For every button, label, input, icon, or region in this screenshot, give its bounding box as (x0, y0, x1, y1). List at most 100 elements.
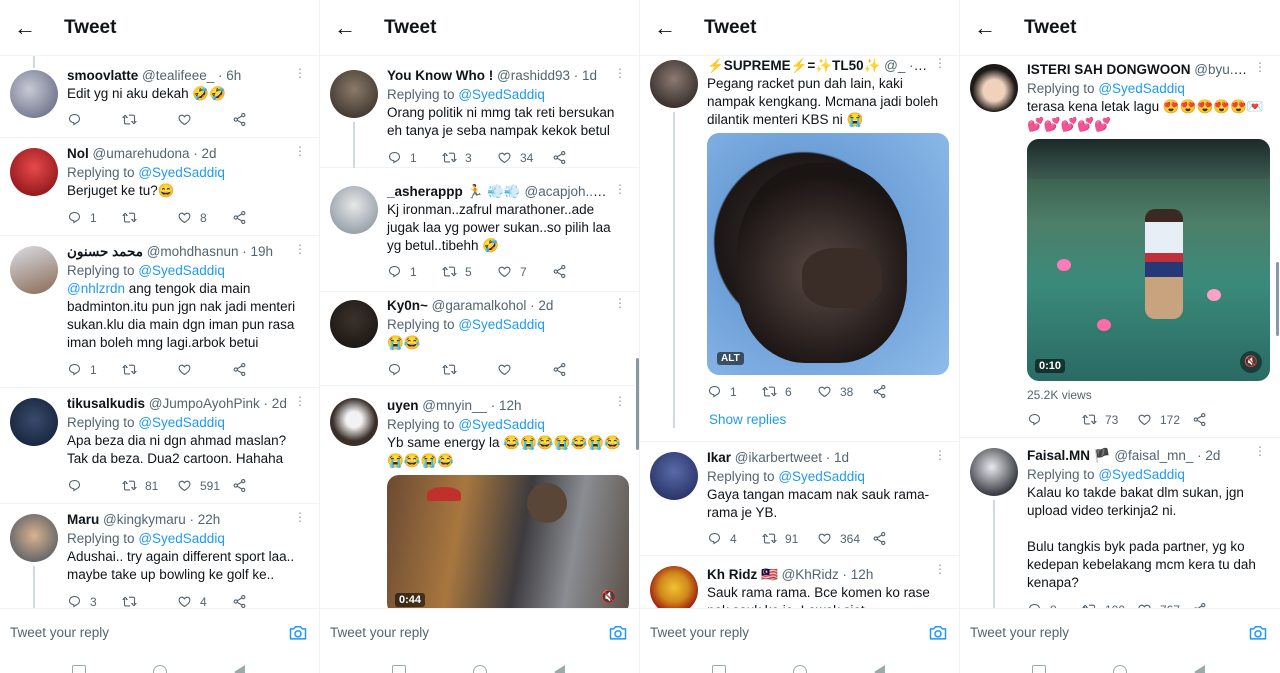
reply-tweet[interactable]: ⋮ ⚡SUPREME⚡=✨TL50✨ @_ · 1d Pegang racket… (640, 56, 959, 442)
mention-link[interactable]: @SyedSaddiq (778, 469, 865, 484)
reply-button[interactable]: 1 (387, 264, 442, 279)
camera-icon[interactable] (928, 623, 948, 643)
display-name[interactable]: Maru (67, 512, 99, 527)
share-button[interactable] (872, 384, 927, 399)
avatar[interactable] (10, 70, 58, 118)
home-icon[interactable] (793, 665, 807, 673)
home-icon[interactable] (1113, 665, 1127, 673)
reply-tweet[interactable]: ⋮ Nol @umarehudona · 2d Replying to @Sye… (0, 138, 319, 236)
handle[interactable]: @mnyin__ · 12h (422, 398, 521, 413)
like-button[interactable]: 34 (497, 150, 552, 165)
avatar[interactable] (10, 398, 58, 446)
handle[interactable]: @KhRidz · 12h (782, 567, 874, 582)
display-name[interactable]: Ky0n~ (387, 298, 428, 313)
image-attachment[interactable]: ALT (707, 133, 949, 375)
handle[interactable]: @tealifeee_ · 6h (142, 68, 241, 83)
share-button[interactable] (1192, 412, 1247, 427)
reply-button[interactable] (67, 478, 122, 493)
avatar[interactable] (970, 64, 1018, 112)
reply-tweet[interactable]: ⋮ uyen @mnyin__ · 12h Replying to @SyedS… (320, 386, 639, 608)
display-name[interactable]: ISTERI SAH DONGWOON (1027, 62, 1191, 77)
reply-button[interactable]: 1 (387, 150, 442, 165)
back-nav-icon[interactable] (1194, 665, 1205, 673)
handle[interactable]: @garamalkohol · 2d (432, 298, 554, 313)
back-arrow-icon[interactable]: ← (320, 15, 370, 41)
reply-button[interactable]: 1 (67, 362, 122, 377)
reply-input[interactable]: Tweet your reply (640, 625, 928, 640)
like-button[interactable]: 591 (177, 478, 232, 493)
handle[interactable]: @JumpoAyohPink · 2d (149, 396, 287, 411)
mention-link[interactable]: @SyedSaddiq (458, 417, 545, 432)
like-button[interactable]: 8 (177, 210, 232, 225)
recents-icon[interactable] (712, 665, 726, 673)
recents-icon[interactable] (1032, 665, 1046, 673)
handle[interactable]: @rashidd93 · 1d (497, 68, 597, 83)
scrollbar[interactable] (636, 358, 639, 450)
avatar[interactable] (650, 60, 698, 108)
handle[interactable]: @umarehudona · 2d (93, 146, 217, 161)
handle[interactable]: @kingkymaru · 22h (103, 512, 220, 527)
share-button[interactable] (552, 150, 607, 165)
reply-tweet[interactable]: ⋮ Kh Ridz 🇲🇾 @KhRidz · 12h Sauk rama ram… (640, 556, 959, 608)
reply-button[interactable]: 1 (67, 210, 122, 225)
reply-input[interactable]: Tweet your reply (0, 625, 288, 640)
share-button[interactable] (872, 531, 927, 546)
handle[interactable]: @faisal_mn_ · 2d (1114, 448, 1220, 463)
back-nav-icon[interactable] (234, 665, 245, 673)
display-name[interactable]: Nol (67, 146, 89, 161)
retweet-button[interactable] (122, 594, 177, 608)
display-name[interactable]: You Know Who ! (387, 68, 493, 83)
like-button[interactable] (177, 362, 232, 377)
display-name[interactable]: ⚡SUPREME⚡=✨TL50✨ (707, 58, 880, 73)
reply-button[interactable]: 4 (707, 531, 762, 546)
reply-tweet[interactable]: ⋮ smoovlatte @tealifeee_ · 6h Edit yg ni… (0, 56, 319, 138)
back-nav-icon[interactable] (554, 665, 565, 673)
like-button[interactable] (177, 112, 232, 127)
reply-tweet[interactable]: ⋮ Ikar @ikarbertweet · 1d Replying to @S… (640, 442, 959, 556)
handle[interactable]: @byu... · 1d (1194, 62, 1268, 77)
share-button[interactable] (232, 478, 287, 493)
camera-icon[interactable] (608, 623, 628, 643)
alt-badge[interactable]: ALT (717, 352, 744, 365)
reply-tweet[interactable]: ⋮ Ky0n~ @garamalkohol · 2d Replying to @… (320, 292, 639, 386)
reply-feed[interactable]: ⋮ ISTERI SAH DONGWOON @byu... · 1d Reply… (960, 56, 1280, 608)
avatar[interactable] (330, 70, 378, 118)
mention-link[interactable]: @nhlzrdn (67, 281, 125, 296)
like-button[interactable] (497, 362, 552, 377)
avatar[interactable] (650, 566, 698, 608)
avatar[interactable] (650, 452, 698, 500)
handle[interactable]: @ikarbertweet · 1d (735, 450, 849, 465)
reply-tweet[interactable]: ⋮ ISTERI SAH DONGWOON @byu... · 1d Reply… (960, 56, 1280, 438)
avatar[interactable] (330, 186, 378, 234)
home-icon[interactable] (153, 665, 167, 673)
like-button[interactable]: 172 (1137, 412, 1192, 427)
mention-link[interactable]: @SyedSaddiq (458, 87, 545, 102)
avatar[interactable] (10, 148, 58, 196)
reply-button[interactable] (1027, 412, 1082, 427)
reply-tweet[interactable]: ⋮ محمد حسنون @mohdhasnun · 19h Replying … (0, 236, 319, 388)
retweet-button[interactable]: 91 (762, 531, 817, 546)
mention-link[interactable]: @SyedSaddiq (138, 263, 225, 278)
reply-input[interactable]: Tweet your reply (320, 625, 608, 640)
handle[interactable]: @mohdhasnun · 19h (147, 244, 273, 259)
avatar[interactable] (970, 448, 1018, 496)
display-name[interactable]: tikusalkudis (67, 396, 145, 411)
reply-input[interactable]: Tweet your reply (960, 625, 1248, 640)
mute-icon[interactable]: 🔇 (601, 589, 617, 605)
display-name[interactable]: Ikar (707, 450, 731, 465)
reply-tweet[interactable]: ⋮ _asherappp 🏃 💨💨 @acapjoh... · 1d Kj ir… (320, 176, 639, 292)
like-button[interactable]: 364 (817, 531, 872, 546)
display-name[interactable]: Faisal.MN 🏴 (1027, 448, 1111, 463)
mention-link[interactable]: @SyedSaddiq (1098, 81, 1185, 96)
like-button[interactable]: 38 (817, 384, 872, 399)
recents-icon[interactable] (72, 665, 86, 673)
display-name[interactable]: محمد حسنون (67, 244, 143, 259)
display-name[interactable]: smoovlatte (67, 68, 138, 83)
reply-tweet[interactable]: ⋮ You Know Who ! @rashidd93 · 1d Replyin… (320, 56, 639, 168)
like-button[interactable]: 4 (177, 594, 232, 608)
reply-button[interactable]: 1 (707, 384, 762, 399)
retweet-button[interactable] (122, 112, 177, 127)
scrollbar[interactable] (1276, 262, 1279, 336)
reply-tweet[interactable]: ⋮ Faisal.MN 🏴 @faisal_mn_ · 2d Replying … (960, 438, 1280, 608)
home-icon[interactable] (473, 665, 487, 673)
